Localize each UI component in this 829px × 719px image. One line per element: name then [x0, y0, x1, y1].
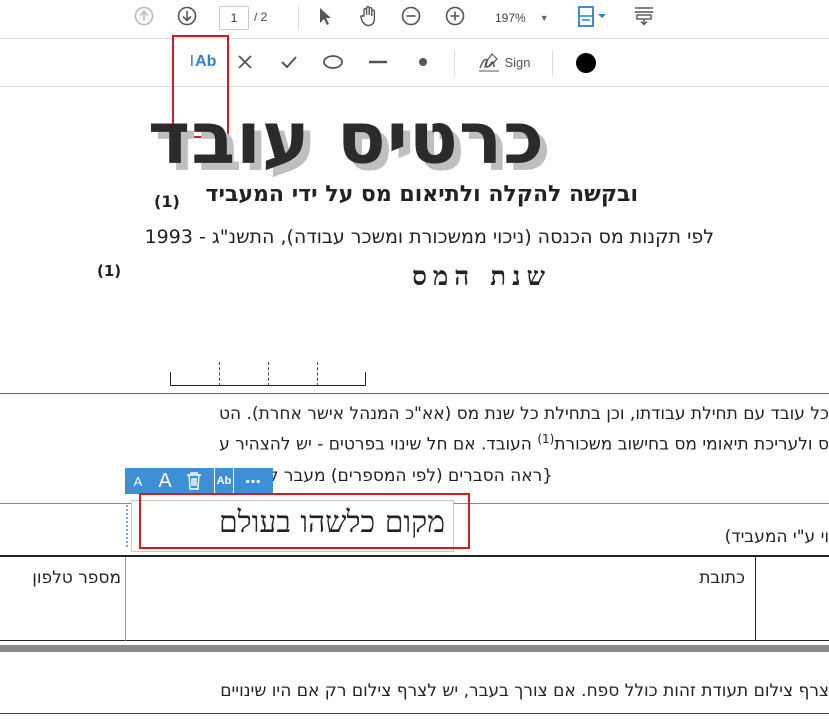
fit-page-icon[interactable]	[576, 4, 612, 30]
toolbar-divider	[298, 6, 299, 30]
decrease-font-button[interactable]: A	[125, 468, 151, 494]
divider-line	[0, 393, 829, 394]
page-total: / 2	[254, 10, 268, 24]
instructions-line-2-b: העובד. אם חל שינוי בפרטים - יש להצהיר ע	[219, 434, 532, 455]
comb-field-label: Ab	[213, 467, 235, 495]
hand-icon[interactable]	[357, 4, 381, 28]
zoom-out-icon[interactable]	[400, 5, 422, 27]
dot-icon[interactable]	[411, 50, 435, 74]
sign-label: Sign	[504, 54, 531, 70]
circle-icon[interactable]	[320, 50, 346, 74]
divider-line	[0, 713, 829, 714]
thick-rule	[0, 645, 829, 652]
instructions-line-2-a: ס ולעריכת תיאומי מס בחישוב משכורת	[554, 434, 829, 455]
field-resize-handle[interactable]	[126, 505, 129, 547]
address-label: כתובת	[699, 568, 745, 588]
arrow-down-icon[interactable]	[176, 5, 198, 27]
fill-sign-divider	[454, 50, 455, 76]
trash-icon[interactable]	[179, 468, 209, 494]
fill-sign-toolbar: I Ab Sign	[0, 39, 829, 87]
main-toolbar: 1 / 2 197% ▼	[0, 0, 829, 39]
phone-label: מספר טלפון	[32, 568, 121, 588]
instructions-footnote: (1)	[537, 432, 555, 446]
tax-year-boxes[interactable]	[170, 362, 366, 386]
zoom-in-icon[interactable]	[444, 5, 466, 27]
instructions-line-1: כל עובד עם תחילת עבודתו, וכן בתחילת כל ש…	[219, 404, 829, 424]
page-number-input[interactable]: 1	[219, 6, 249, 30]
table-col-divider	[125, 557, 126, 641]
table-col-divider	[755, 555, 756, 641]
regulation-line: לפי תקנות מס הכנסה (ניכוי ממשכורת ומשכר …	[144, 226, 714, 248]
checkmark-icon[interactable]	[277, 50, 301, 74]
zoom-value: 197%	[495, 11, 526, 25]
zoom-dropdown[interactable]: 197% ▼	[489, 7, 553, 29]
arrow-up-icon[interactable]	[133, 5, 155, 27]
instructions-line-3: {ראה הסברים (לפי המספרים) מעבר לדף}	[237, 466, 553, 486]
instructions-line-2: ס ולעריכת תיאומי מס בחישוב משכורת(1) העו…	[0, 432, 829, 455]
scroll-mode-icon[interactable]	[632, 5, 656, 27]
sign-icon[interactable]: Sign	[474, 49, 534, 75]
bottom-instruction: צרף צילום תעודת זהות כולל ספח. אם צורך ב…	[220, 681, 829, 701]
text-field-toolbar: A A Ab ⋯	[125, 467, 273, 495]
highlight-box-field	[139, 493, 470, 549]
title-footnote: (1)	[154, 192, 180, 211]
color-swatch-icon[interactable]	[573, 50, 599, 76]
pointer-icon[interactable]	[314, 5, 336, 29]
chevron-down-icon: ▼	[539, 13, 549, 23]
increase-font-button[interactable]: A	[151, 468, 179, 494]
comb-field-button[interactable]: Ab	[209, 467, 239, 495]
cross-icon[interactable]	[233, 50, 257, 74]
document-subtitle: ובקשה להקלה ולתיאום מס על ידי המעביד	[205, 182, 638, 207]
tax-year-label: שנת המס	[412, 262, 551, 292]
subtitle-footnote: (1)	[97, 262, 122, 280]
fill-sign-divider	[552, 50, 553, 76]
line-icon[interactable]	[365, 50, 391, 74]
more-options-icon[interactable]: ⋯	[239, 468, 267, 494]
document-title: כרטיס עובד	[147, 96, 545, 180]
